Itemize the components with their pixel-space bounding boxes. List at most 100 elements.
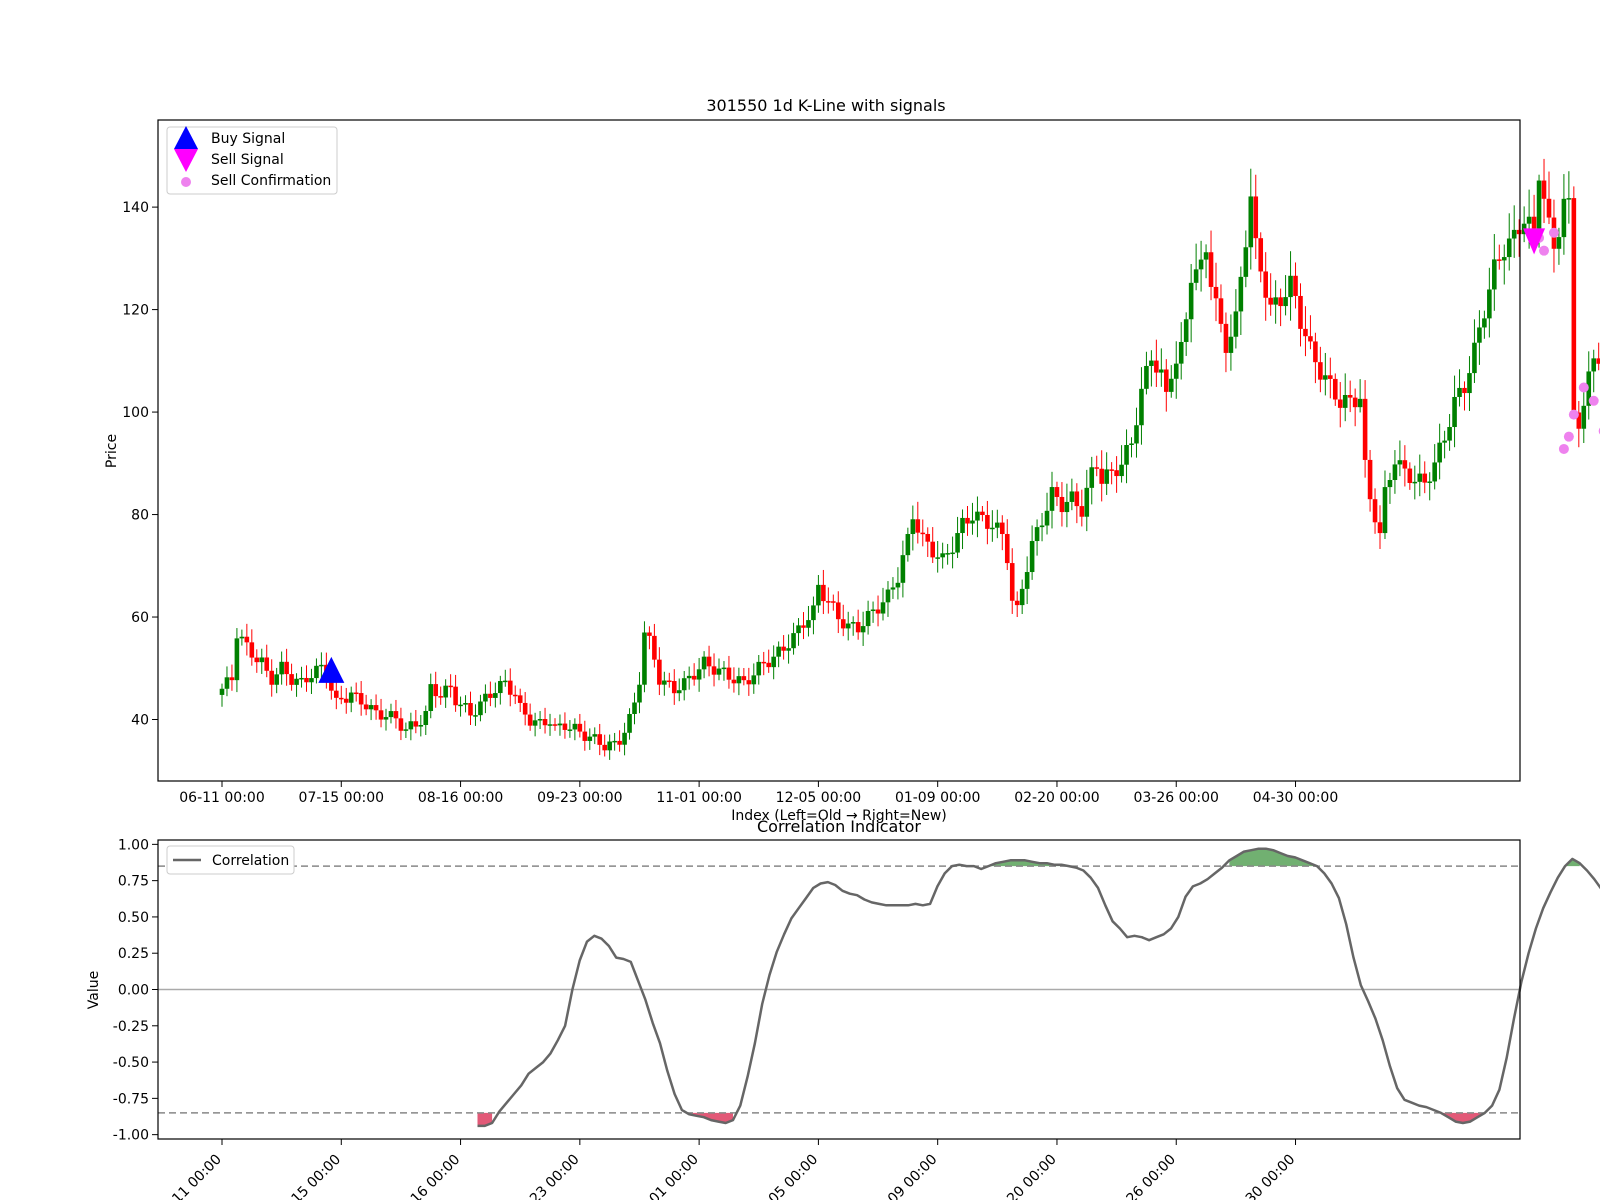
candle-body	[1427, 481, 1433, 483]
kline-x-tick-label: 07-15 00:00	[299, 790, 384, 806]
correlation-y-tick-label: -0.25	[113, 1019, 149, 1035]
candle-body	[652, 635, 657, 660]
candle-body	[1238, 276, 1244, 312]
candle-body	[1044, 510, 1050, 526]
candle-body	[348, 692, 354, 703]
candle-body	[736, 676, 742, 684]
candle-body	[955, 533, 960, 553]
candle-body	[1487, 289, 1492, 319]
candle-body	[1407, 468, 1413, 483]
candle-body	[463, 703, 468, 705]
candle-body	[1342, 395, 1348, 408]
candle-body	[662, 680, 667, 685]
kline-x-tick-label: 02-20 00:00	[1014, 790, 1099, 806]
candle-body	[1223, 323, 1229, 353]
candle-body	[1546, 198, 1552, 218]
candle-body	[1496, 259, 1502, 261]
candle-body	[1437, 442, 1442, 463]
candle-body	[667, 680, 672, 683]
kline-x-tick-label: 12-05 00:00	[776, 790, 861, 806]
kline-x-tick-label: 11-01 00:00	[656, 790, 741, 806]
candle-body	[637, 684, 642, 703]
candle-body	[1099, 468, 1104, 484]
candle-body	[572, 723, 578, 730]
candle-body	[269, 670, 274, 685]
candle-body	[1337, 399, 1343, 408]
candle-body	[895, 582, 901, 588]
candle-body	[468, 703, 473, 716]
candle-body	[900, 555, 906, 583]
candle-body	[1188, 282, 1194, 320]
candle-body	[428, 684, 434, 712]
correlation-y-tick-label: 0.25	[118, 946, 149, 962]
candle-body	[438, 696, 443, 698]
candle-body	[612, 740, 617, 743]
candle-body	[965, 517, 970, 524]
legend-sell-confirmation-marker	[181, 177, 191, 187]
candle-body	[781, 646, 786, 651]
candle-body	[771, 656, 776, 668]
candle-body	[1084, 487, 1090, 517]
candle-body	[423, 711, 429, 725]
candle-body	[1019, 588, 1025, 606]
candle-body	[1397, 460, 1403, 465]
candle-body	[741, 676, 747, 681]
candle-body	[1233, 311, 1239, 337]
candle-body	[1154, 360, 1159, 373]
legend-correlation-label: Correlation	[212, 853, 289, 869]
candle-body	[1278, 297, 1283, 307]
candle-body	[1159, 369, 1164, 373]
candle-body	[1079, 506, 1085, 517]
candle-body	[219, 688, 225, 695]
candle-body	[716, 668, 722, 675]
candle-body	[890, 587, 896, 590]
candle-body	[1218, 298, 1224, 324]
candle-body	[1536, 180, 1542, 229]
candle-body	[835, 602, 841, 620]
candle-body	[1173, 363, 1179, 379]
legend-sell-signal-label: Sell Signal	[211, 152, 284, 168]
candle-body	[1243, 247, 1249, 277]
candle-body	[358, 693, 364, 705]
candle-body	[801, 625, 806, 628]
candle-body	[532, 720, 538, 726]
candle-body	[681, 678, 687, 691]
candle-body	[1288, 275, 1293, 298]
correlation-y-tick-label: 1.00	[118, 837, 149, 853]
candle-body	[507, 680, 513, 695]
candle-body	[930, 541, 936, 558]
candle-body	[1392, 464, 1398, 481]
candle-body	[1506, 238, 1512, 258]
candle-body	[831, 601, 836, 603]
candle-body	[388, 711, 394, 718]
correlation-y-tick-label: 0.50	[118, 910, 149, 926]
candle-body	[453, 686, 458, 706]
candle-body	[696, 669, 702, 680]
candle-body	[1139, 388, 1144, 426]
kline-title: 301550 1d K-Line with signals	[706, 96, 945, 115]
kline-x-tick-label: 04-30 00:00	[1253, 790, 1338, 806]
candle-body	[1069, 491, 1075, 502]
candle-body	[751, 675, 757, 685]
candle-body	[731, 679, 737, 684]
candle-body	[806, 620, 811, 628]
candle-body	[860, 626, 866, 633]
candle-body	[418, 724, 424, 727]
candle-body	[1124, 445, 1129, 465]
candle-body	[517, 695, 523, 703]
correlation-y-tick-label: 0.00	[118, 983, 149, 999]
candle-body	[488, 693, 493, 698]
candle-body	[1009, 563, 1015, 601]
candle-body	[1318, 362, 1323, 380]
candle-body	[940, 553, 945, 558]
candle-body	[1109, 469, 1114, 471]
candle-body	[711, 666, 717, 675]
candle-body	[1561, 198, 1567, 238]
candle-body	[1511, 229, 1517, 239]
candle-body	[995, 522, 1000, 528]
kline-y-tick-label: 80	[131, 508, 149, 524]
sell-confirmation-marker	[1548, 227, 1559, 238]
correlation-y-tick-label: -0.50	[113, 1055, 149, 1071]
candle-body	[1094, 467, 1100, 469]
candle-body	[334, 690, 339, 698]
